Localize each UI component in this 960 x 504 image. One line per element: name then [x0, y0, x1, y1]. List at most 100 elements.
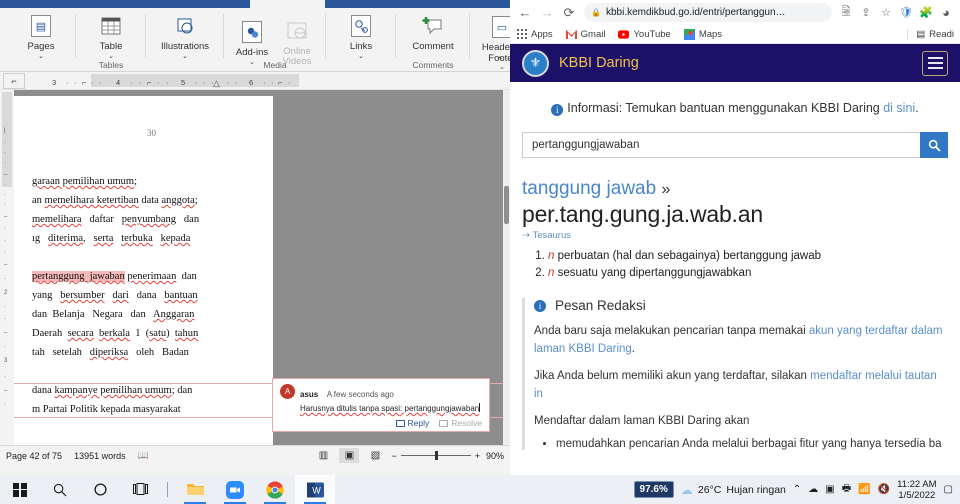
reload-icon[interactable]: ⟳ [558, 2, 580, 24]
editorial-title: Pesan Redaksi [555, 298, 646, 313]
list-item: n perbuatan (hal dan sebagainya) bertang… [548, 248, 948, 265]
illustrations-icon [170, 12, 200, 40]
pages-label: Pages [27, 41, 55, 52]
comment-body[interactable]: Harusnya ditulis tanpa spasi: pertanggun… [300, 403, 482, 414]
battery-percentage-pill[interactable]: 97.6% [633, 481, 674, 498]
ribbon-group-illustrations: Illustrations ⌄ [146, 8, 224, 72]
collapse-ribbon-icon[interactable]: ⌃ [496, 56, 504, 67]
bookmarks-bar: Apps Gmail YouTube Maps ▤ Readi [510, 25, 960, 44]
extensions-puzzle-icon[interactable]: 🧩 [916, 3, 936, 23]
zoom-knob[interactable] [434, 451, 438, 460]
back-icon[interactable]: ← [514, 2, 536, 24]
ruler-mark-3: 3 [52, 78, 57, 87]
info-link[interactable]: di sini [883, 101, 915, 115]
zoom-in-button[interactable]: + [475, 451, 480, 461]
document-canvas[interactable]: | · · · – · · · – · · · – · 2 · · – · 3 · – · 3… [0, 90, 510, 445]
illustrations-button[interactable]: Illustrations ⌄ [152, 8, 218, 60]
horizontal-ruler[interactable]: ⌐ 3 · · ⌐ · · 4 · · ⌐ · · 5 · · · · · 6 · · ⌐ · △ [0, 72, 510, 90]
web-layout-button[interactable]: ▧ [365, 448, 385, 463]
address-bar[interactable]: 🔒 kbbi.kemdikbud.go.id/entri/pertanggun… [584, 3, 832, 22]
profile-avatar-icon[interactable]: ◕ [936, 3, 956, 23]
bookmark-star-icon[interactable]: ☆ [876, 3, 896, 23]
zoom-slider[interactable]: − + [391, 451, 480, 461]
zoom-out-button[interactable]: − [391, 451, 396, 461]
ruler-scale[interactable]: 3 · · ⌐ · · 4 · · ⌐ · · 5 · · · · · 6 · · ⌐ · △ [29, 74, 510, 89]
task-view-button[interactable] [120, 475, 160, 504]
ribbon-tab-strip[interactable] [0, 0, 510, 8]
bookmark-youtube[interactable]: YouTube [618, 29, 671, 40]
header-footer-button[interactable]: ▭ Header & Footer ⌄ [476, 9, 510, 71]
addins-button[interactable]: Add-ins ⌄ [230, 14, 274, 66]
start-button[interactable] [0, 475, 40, 504]
bookmark-label: Apps [531, 28, 553, 40]
search-input[interactable]: pertanggungjawaban [522, 132, 920, 158]
tray-overflow-chevron-icon[interactable]: ⌃ [793, 484, 801, 495]
zoom-app-button[interactable] [215, 475, 255, 504]
tesaurus-link[interactable]: ⇢ Tesaurus [522, 230, 948, 241]
word-count[interactable]: 13951 words [74, 451, 126, 461]
share-icon[interactable]: ⇪ [856, 3, 876, 23]
document-vertical-scrollbar[interactable] [503, 90, 510, 445]
printer-icon[interactable]: 🖶 [842, 481, 851, 498]
tab-stop-selector[interactable]: ⌐ [3, 72, 25, 89]
tesaurus-arrow-icon: ⇢ [522, 230, 530, 241]
document-text[interactable]: garaan pemilihan umum; an memelihara ket… [14, 172, 273, 419]
sense-list: n perbuatan (hal dan sebagainya) bertang… [522, 248, 948, 282]
read-mode-button[interactable]: ▥ [313, 448, 333, 463]
bookmark-apps[interactable]: Apps [516, 29, 553, 40]
links-button[interactable]: Links ⌄ [332, 8, 390, 60]
chevron-down-icon[interactable]: ⌄ [108, 53, 114, 60]
chevron-down-icon[interactable]: ⌄ [38, 53, 44, 60]
teams-icon[interactable]: ▣ [825, 484, 834, 495]
comment-reply-button[interactable]: Reply [395, 418, 429, 428]
reading-list-button[interactable]: ▤ Readi [907, 28, 954, 40]
chevron-down-icon[interactable]: ⌄ [182, 53, 188, 60]
screen: ▤ Pages ⌄ Table ⌄ Tables Illustrations ⌄… [0, 0, 960, 504]
comment-resolve-button[interactable]: Resolve [439, 418, 482, 428]
zoom-level[interactable]: 90% [486, 451, 504, 461]
kbbi-brand-title[interactable]: KBBI Daring [559, 55, 639, 71]
volume-mute-icon[interactable]: 🔇 [878, 484, 890, 495]
proofing-icon[interactable]: 📖 [138, 450, 149, 461]
file-explorer-button[interactable] [175, 475, 215, 504]
search-button[interactable] [920, 132, 948, 158]
search-button[interactable] [40, 475, 80, 504]
kbbi-page-body: i Informasi: Temukan bantuan menggunakan … [510, 82, 960, 504]
forward-icon[interactable]: → [536, 2, 558, 24]
indent-marker[interactable]: △ [213, 78, 220, 89]
word-button[interactable]: W [295, 475, 335, 504]
comment-card[interactable]: A asus A few seconds ago Harusnya dituli… [272, 378, 490, 432]
table-button[interactable]: Table ⌄ [82, 8, 140, 60]
comment-icon [418, 12, 448, 40]
chevron-down-icon[interactable]: ⌄ [358, 53, 364, 60]
addins-label: Add-ins [235, 47, 269, 59]
translate-icon[interactable]: 🗟 [836, 3, 856, 23]
onedrive-icon[interactable]: ☁ [808, 484, 818, 495]
bookmark-maps[interactable]: Maps [683, 28, 722, 40]
doc-line: an memelihara ketertiban data anggota; [32, 195, 198, 206]
wifi-icon[interactable]: 📶 [858, 484, 870, 495]
hamburger-menu-icon[interactable] [922, 50, 948, 76]
chrome-button[interactable] [255, 475, 295, 504]
pages-button[interactable]: ▤ Pages ⌄ [12, 8, 70, 60]
table-icon [96, 12, 126, 40]
shield-icon[interactable]: 🛡 [896, 3, 916, 23]
new-comment-button[interactable]: Comment [402, 8, 464, 53]
entry-root-word[interactable]: tanggung jawab [522, 178, 656, 199]
notification-icon[interactable]: ▢ [944, 484, 953, 495]
bookmark-gmail[interactable]: Gmail [565, 29, 605, 40]
page-number-text: 30 [147, 128, 156, 138]
comment-author: asus [300, 390, 319, 399]
scrollbar-thumb[interactable] [504, 186, 509, 224]
print-layout-button[interactable]: ▣ [339, 448, 360, 463]
kemdikbud-logo-icon[interactable]: ⚜ [522, 49, 549, 77]
doc-line: yang bersumber dari dana bantuan [32, 290, 198, 301]
svg-text:W: W [312, 485, 321, 495]
cortana-button[interactable] [80, 475, 120, 504]
clock[interactable]: 11:22 AM 1/5/2022 [897, 479, 936, 501]
weather-widget[interactable]: ☁ 26°C Hujan ringan [681, 483, 786, 497]
vertical-ruler: | · · · – · · · – · · · – · 2 · · – · 3 · – · [0, 90, 14, 445]
page-indicator[interactable]: Page 42 of 75 [6, 451, 62, 461]
ribbon-group-comments: Comment Comments [396, 8, 470, 72]
info-banner: i Informasi: Temukan bantuan menggunakan … [522, 98, 948, 118]
